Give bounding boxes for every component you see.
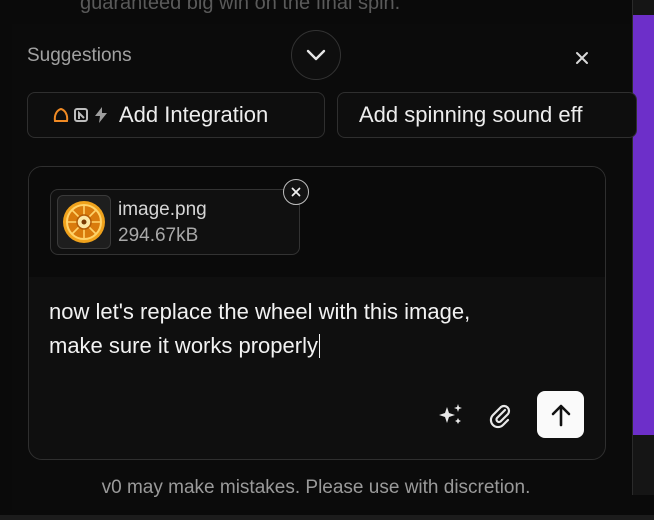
preview-accent-strip (633, 15, 654, 435)
chat-message-fragment: guaranteed big win on the final spin. (80, 0, 401, 14)
text-caret (318, 334, 320, 358)
arrow-up-icon (551, 404, 570, 426)
integration-icons (52, 106, 110, 124)
disclaimer-text: v0 may make mistakes. Please use with di… (101, 477, 531, 498)
attachment-filesize: 294.67kB (118, 225, 199, 246)
suggestions-title: Suggestions (27, 45, 132, 66)
sparkles-icon (439, 404, 462, 424)
attachments-area: image.png 294.67kB (29, 167, 605, 277)
wheel-image-thumbnail (57, 195, 111, 249)
chip-label: Add spinning sound eff (359, 102, 583, 127)
suggestion-chip-add-sound-effect[interactable]: Add spinning sound eff (337, 92, 637, 138)
paperclip-icon (489, 404, 511, 429)
chip-label: Add Integration (119, 102, 269, 127)
collapse-suggestions-button[interactable] (291, 30, 341, 80)
prompt-composer: image.png 294.67kB now let's replace the… (28, 166, 606, 460)
lightning-icon (95, 107, 107, 123)
prompt-textarea[interactable]: now let's replace the wheel with this im… (49, 295, 589, 363)
attach-file-button[interactable] (483, 398, 517, 432)
attachment-filename: image.png (118, 199, 207, 220)
prompt-line-with-caret: make sure it works properly (49, 329, 589, 363)
remove-attachment-button[interactable] (283, 179, 309, 205)
close-icon (576, 52, 588, 64)
enhance-prompt-button[interactable] (434, 398, 468, 432)
close-icon (291, 187, 301, 197)
neon-icon (74, 108, 88, 122)
bottom-edge (0, 515, 654, 520)
suggestion-chip-add-integration[interactable]: Add Integration (27, 92, 325, 138)
send-button[interactable] (537, 391, 584, 438)
chevron-down-icon (306, 49, 326, 61)
prompt-line: make sure it works properly (49, 333, 318, 358)
attachment-card[interactable]: image.png 294.67kB (50, 189, 300, 255)
supabase-icon (53, 107, 69, 122)
prompt-line: now let's replace the wheel with this im… (49, 299, 471, 324)
close-suggestions-button[interactable] (570, 46, 594, 70)
